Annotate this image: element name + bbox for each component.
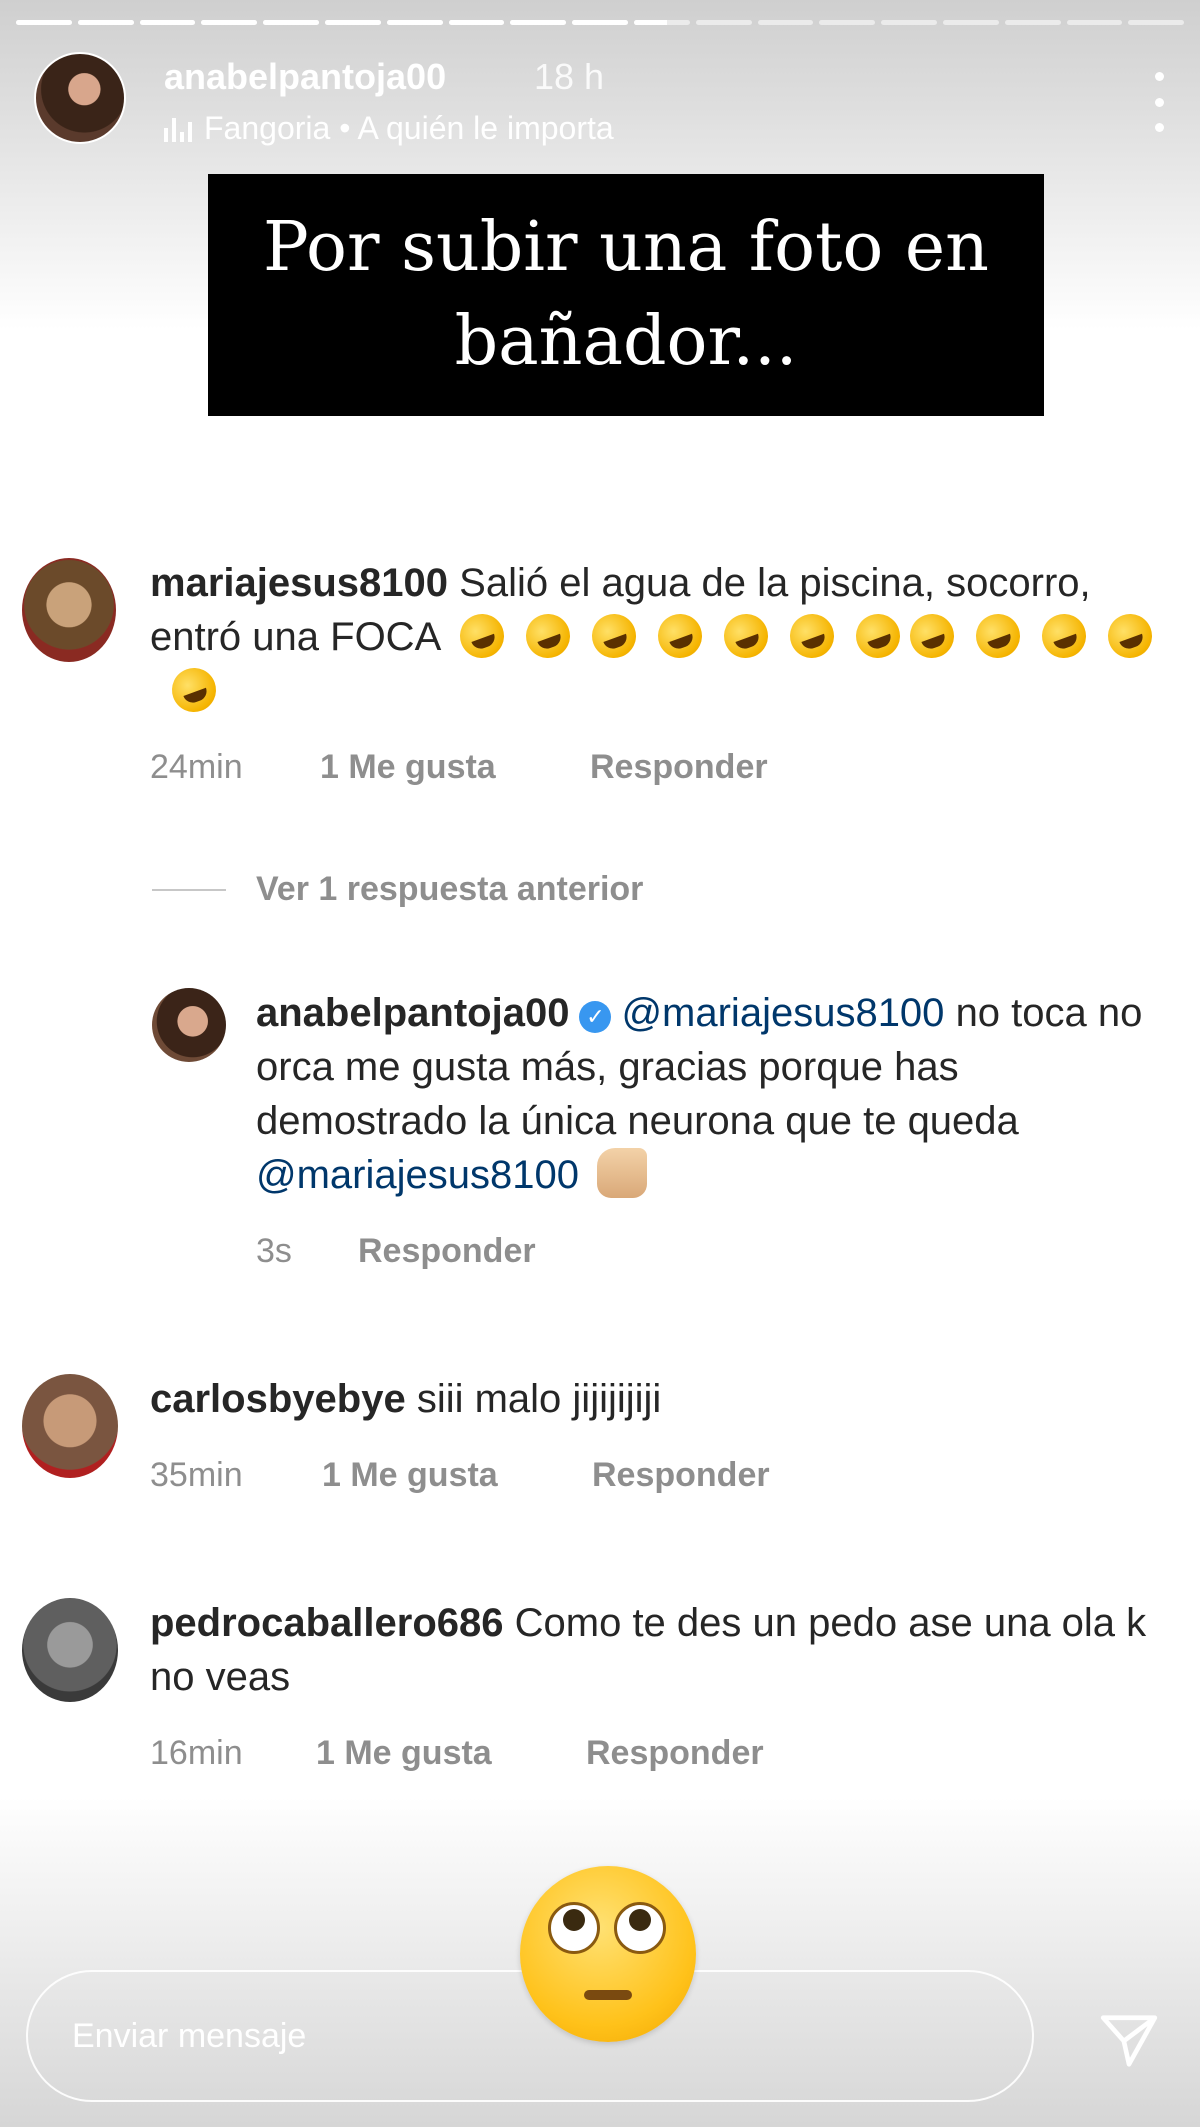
divider [152,888,226,891]
comment-meta: 16min 1 Me gusta Responder [150,1734,764,1773]
story-header: anabelpantoja00 18 h Fangoria • A quién … [34,52,1174,152]
mouth [584,1990,632,2000]
progress-segment [1004,20,1061,25]
progress-segment [16,20,72,25]
reply-button[interactable]: Responder [592,1456,770,1495]
comment-meta: 35min 1 Me gusta Responder [150,1456,770,1495]
comment-text: carlosbyebye siii malo jijijijiji [150,1372,1180,1426]
verified-badge-icon: ✓ [579,1001,612,1033]
eye [614,1902,666,1954]
reply-text: anabelpantoja00 ✓ @mariajesus8100 no toca … [256,986,1156,1202]
laughing-emoji-icon [585,607,643,665]
progress-segment [510,20,567,25]
comment-username[interactable]: carlosbyebye [150,1377,406,1421]
laughing-emoji-icon [903,607,961,665]
progress-segment [1066,20,1123,25]
mention-link[interactable]: @mariajesus8100 [621,991,944,1035]
like-count[interactable]: 1 Me gusta [320,748,590,787]
progress-segment [881,20,937,25]
like-count[interactable]: 1 Me gusta [322,1456,592,1495]
reply-button[interactable]: Responder [358,1232,536,1271]
laughing-emoji-icon [849,607,907,665]
mention-link[interactable]: @mariajesus8100 [256,1153,579,1197]
laughing-emoji-icon [1101,607,1159,665]
progress-segment [695,20,752,25]
like-count[interactable]: 1 Me gusta [316,1734,586,1773]
laughing-emoji-icon [717,607,775,665]
laughing-emoji-icon [651,607,709,665]
progress-segment [942,20,999,25]
send-icon[interactable] [1098,2010,1160,2072]
progress-segment [757,20,814,25]
progress-segment [386,20,443,25]
eye [548,1902,600,1954]
story-time: 18 h [534,56,605,97]
comment-time: 35min [150,1456,243,1494]
laughing-emoji-icon [453,607,511,665]
progress-segment [201,20,258,25]
progress-segment [572,20,628,25]
comment-meta: 24min 1 Me gusta Responder [150,748,768,787]
laughing-emoji-icon [783,607,841,665]
progress-segment [324,20,381,25]
reply-time: 3s [256,1232,292,1270]
progress-segment [139,20,196,25]
reply-button[interactable]: Responder [590,748,768,787]
eye-roll-emoji-icon [520,1866,696,2042]
progress-segment [77,20,134,25]
reply-username[interactable]: anabelpantoja00 [256,991,569,1035]
story-progress [16,20,1185,25]
laughing-emoji-icon [519,607,577,665]
music-label: Fangoria • A quién le importa [204,110,614,146]
progress-segment [819,20,876,25]
progress-segment [263,20,319,25]
music-bars-icon [164,116,192,142]
comment-body: siii malo jijijijiji [416,1377,662,1421]
view-replies-label: Ver 1 respuesta anterior [256,870,644,908]
avatar[interactable] [22,1598,118,1702]
story-caption: Por subir una foto en bañador... [208,174,1044,416]
music-row[interactable]: Fangoria • A quién le importa [164,110,614,147]
avatar[interactable] [22,558,116,662]
progress-segment [448,20,505,25]
laughing-emoji-icon [165,661,223,719]
reply-meta: 3s Responder [256,1232,536,1271]
comment-username[interactable]: pedrocaballero686 [150,1601,504,1645]
avatar[interactable] [152,988,226,1062]
comment-time: 24min [150,748,243,786]
avatar[interactable] [22,1374,118,1478]
progress-segment [633,20,690,25]
view-replies-toggle[interactable]: Ver 1 respuesta anterior [152,870,643,909]
comment-text: mariajesus8100 Salió el agua de la pisci… [150,556,1180,719]
progress-segment [1128,20,1185,25]
more-options-icon[interactable] [1144,72,1174,132]
story-username[interactable]: anabelpantoja00 [164,56,446,98]
laughing-emoji-icon [969,607,1027,665]
laughing-emoji-icon [1035,607,1093,665]
thumbs-up-icon [597,1148,647,1198]
comment-time: 16min [150,1734,243,1772]
comment-username[interactable]: mariajesus8100 [150,561,448,605]
comment-text: pedrocaballero686 Como te des un pedo as… [150,1596,1180,1704]
story-avatar[interactable] [34,52,126,144]
reply-button[interactable]: Responder [586,1734,764,1773]
